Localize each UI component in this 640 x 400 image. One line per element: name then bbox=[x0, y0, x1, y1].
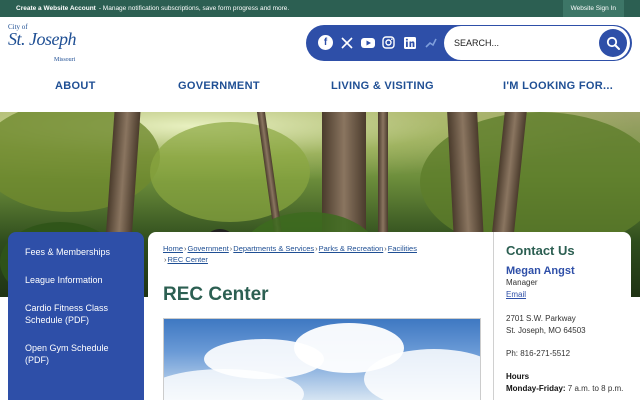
rec-center-photo bbox=[163, 318, 481, 400]
breadcrumb-departments[interactable]: Departments & Services bbox=[233, 244, 314, 253]
sidebar-menu: Fees & Memberships League Information Ca… bbox=[8, 232, 144, 400]
nav-about[interactable]: ABOUT bbox=[55, 80, 96, 92]
create-account-description: - Manage notification subscriptions, sav… bbox=[98, 5, 290, 12]
breadcrumb-parks[interactable]: Parks & Recreation bbox=[319, 244, 384, 253]
contact-address-line2: St. Joseph, MO 64503 bbox=[506, 326, 586, 335]
instagram-icon[interactable] bbox=[381, 35, 396, 50]
nav-government[interactable]: GOVERNMENT bbox=[178, 80, 260, 92]
contact-title: Contact Us bbox=[506, 243, 575, 258]
logo-name-text: St. Joseph bbox=[8, 29, 76, 49]
search-bar: f bbox=[306, 25, 632, 61]
nav-looking-for[interactable]: I'M LOOKING FOR... bbox=[503, 80, 613, 92]
page-title: REC Center bbox=[163, 284, 269, 305]
contact-email-link[interactable]: Email bbox=[506, 290, 526, 299]
sidebar-item-fees[interactable]: Fees & Memberships bbox=[8, 246, 144, 258]
contact-address-line1: 2701 S.W. Parkway bbox=[506, 314, 576, 323]
sidebar-item-cardio-schedule[interactable]: Cardio Fitness Class Schedule (PDF) bbox=[8, 302, 144, 326]
search-field bbox=[444, 26, 630, 60]
breadcrumb-facilities[interactable]: Facilities bbox=[388, 244, 417, 253]
facebook-icon[interactable]: f bbox=[318, 35, 333, 50]
contact-phone: Ph: 816-271-5512 bbox=[506, 349, 571, 358]
breadcrumb-rec-center[interactable]: REC Center bbox=[168, 255, 208, 264]
breadcrumb-home[interactable]: Home bbox=[163, 244, 183, 253]
create-account-link[interactable]: Create a Website Account bbox=[16, 5, 96, 12]
hours-days: Monday-Friday: bbox=[506, 384, 566, 393]
city-logo[interactable]: City of St. Joseph Missouri bbox=[8, 23, 88, 67]
nextdoor-icon[interactable] bbox=[423, 35, 438, 50]
sign-in-button[interactable]: Website Sign In bbox=[562, 0, 624, 17]
social-links: f bbox=[318, 35, 438, 50]
top-banner: Create a Website Account - Manage notifi… bbox=[0, 0, 640, 17]
sidebar-item-league[interactable]: League Information bbox=[8, 274, 144, 286]
search-input[interactable] bbox=[454, 34, 584, 52]
search-button[interactable] bbox=[599, 29, 627, 57]
contact-name: Megan Angst bbox=[506, 265, 575, 277]
main-content: Home›Government›Departments & Services›P… bbox=[148, 232, 493, 400]
youtube-icon[interactable] bbox=[360, 35, 375, 50]
breadcrumb: Home›Government›Departments & Services›P… bbox=[163, 244, 417, 264]
site-header: City of St. Joseph Missouri f SEARCH... … bbox=[0, 17, 640, 112]
hours-heading: Hours bbox=[506, 372, 530, 381]
main-navigation: ABOUT GOVERNMENT LIVING & VISITING I'M L… bbox=[0, 80, 640, 100]
search-icon bbox=[606, 36, 620, 50]
logo-state-text: Missouri bbox=[54, 57, 76, 63]
linkedin-icon[interactable] bbox=[402, 35, 417, 50]
contact-role: Manager bbox=[506, 278, 538, 287]
x-icon[interactable] bbox=[339, 35, 354, 50]
sidebar-item-open-gym[interactable]: Open Gym Schedule (PDF) bbox=[8, 342, 144, 366]
hours-text: Monday-Friday: 7 a.m. to 8 p.m. bbox=[506, 383, 626, 395]
contact-panel: Contact Us Megan Angst Manager Email 270… bbox=[493, 232, 631, 400]
hours-time: 7 a.m. to 8 p.m. bbox=[567, 384, 624, 393]
nav-living-visiting[interactable]: LIVING & VISITING bbox=[331, 80, 434, 92]
breadcrumb-government[interactable]: Government bbox=[188, 244, 229, 253]
